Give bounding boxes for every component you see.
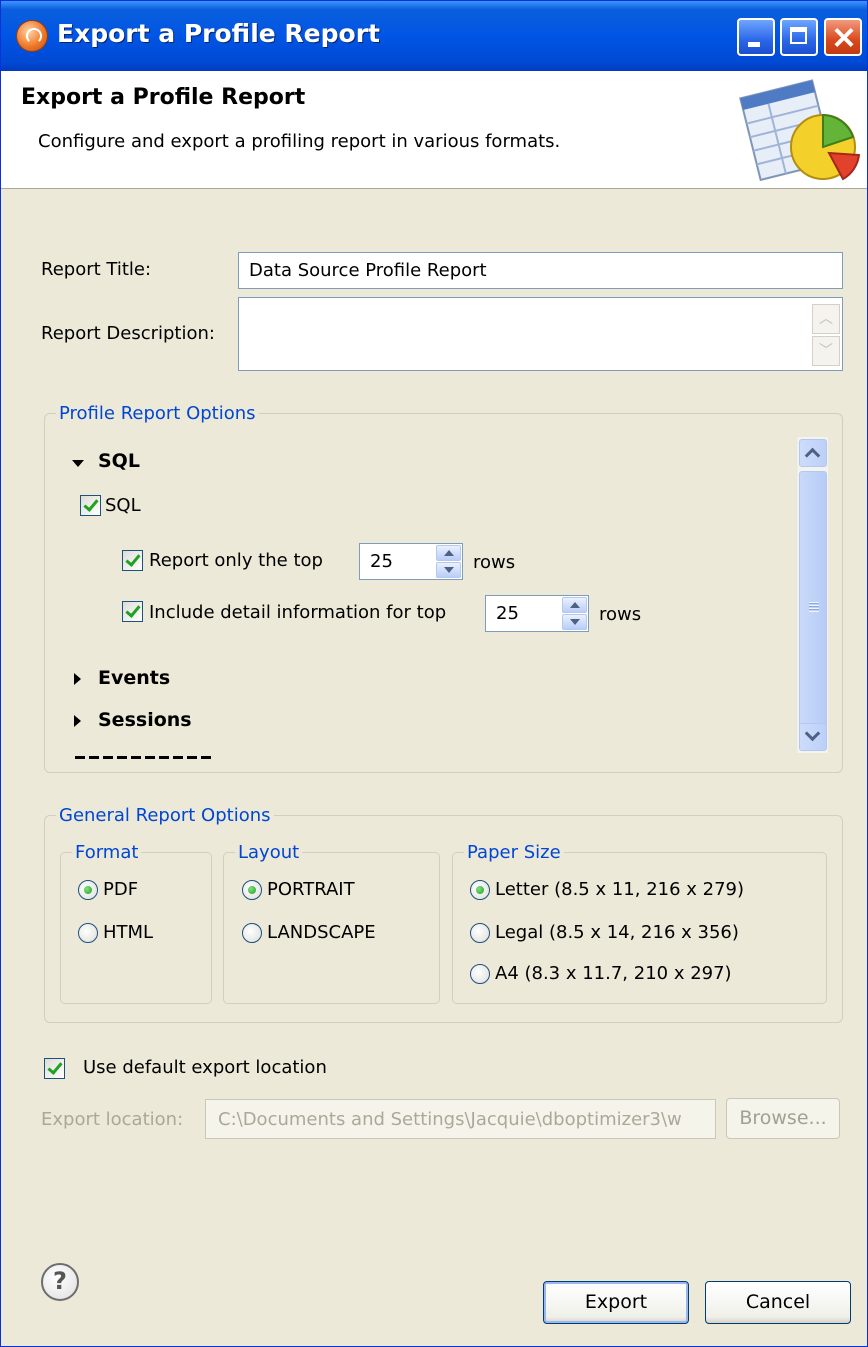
export-location-label: Export location:: [41, 1109, 184, 1130]
detail-info-label: Include detail information for top: [149, 602, 447, 623]
spin-up-icon[interactable]: [562, 597, 587, 613]
options-scrollbar[interactable]: [797, 437, 828, 753]
grip-icon: [809, 602, 819, 612]
scroll-thumb[interactable]: [799, 471, 827, 729]
paper-letter-label: Letter (8.5 x 11, 216 x 279): [495, 879, 745, 900]
browse-button[interactable]: Browse...: [726, 1098, 840, 1139]
scroll-up-icon[interactable]: [799, 439, 827, 467]
paper-letter-radio[interactable]: [470, 880, 490, 900]
report-title-input[interactable]: [238, 252, 843, 289]
report-chart-icon: [739, 79, 861, 182]
report-top-checkbox[interactable]: [122, 550, 143, 571]
cancel-button[interactable]: Cancel: [705, 1281, 851, 1324]
layout-landscape-radio[interactable]: [242, 923, 262, 943]
paper-a4-label: A4 (8.3 x 11.7, 210 x 297): [495, 963, 732, 984]
page-title: Export a Profile Report: [21, 85, 306, 110]
format-html-label: HTML: [103, 922, 154, 943]
format-html-radio[interactable]: [78, 923, 98, 943]
use-default-location-checkbox[interactable]: [44, 1058, 65, 1079]
expanded-arrow-icon[interactable]: [72, 460, 84, 467]
report-description-input[interactable]: ︿ ﹀: [238, 297, 843, 371]
close-button[interactable]: [824, 18, 862, 56]
report-top-label: Report only the top: [149, 550, 323, 571]
description-scrollbar[interactable]: ︿ ﹀: [812, 300, 840, 368]
top-rows-suffix: rows: [473, 552, 516, 573]
format-pdf-label: PDF: [103, 879, 139, 900]
layout-portrait-radio[interactable]: [242, 880, 262, 900]
chevron-up-icon[interactable]: ︿: [812, 304, 840, 334]
maximize-button[interactable]: [780, 18, 818, 56]
paper-a4-radio[interactable]: [470, 964, 490, 984]
window-title: Export a Profile Report: [57, 19, 380, 48]
spin-down-icon[interactable]: [562, 614, 587, 630]
sql-checkbox-label: SQL: [105, 495, 141, 516]
top-rows-spinner[interactable]: 25: [359, 543, 463, 580]
events-section-header[interactable]: Events: [98, 667, 170, 689]
profile-report-options-title: Profile Report Options: [56, 403, 259, 424]
spin-up-icon[interactable]: [436, 545, 461, 561]
report-description-label: Report Description:: [41, 323, 215, 344]
sessions-section-header[interactable]: Sessions: [98, 709, 192, 731]
paper-size-title: Paper Size: [464, 842, 564, 863]
paper-legal-radio[interactable]: [470, 923, 490, 943]
format-pdf-radio[interactable]: [78, 880, 98, 900]
general-report-options-title: General Report Options: [56, 805, 274, 826]
top-rows-value[interactable]: 25: [370, 551, 393, 572]
help-icon[interactable]: ?: [41, 1263, 79, 1301]
chevron-down-icon[interactable]: ﹀: [812, 336, 840, 366]
paper-legal-label: Legal (8.5 x 14, 216 x 356): [495, 922, 739, 943]
export-button[interactable]: Export: [543, 1281, 689, 1324]
collapsed-arrow-icon[interactable]: [74, 673, 81, 685]
detail-info-checkbox[interactable]: [122, 601, 143, 622]
sql-section-header[interactable]: SQL: [98, 450, 140, 472]
export-location-input[interactable]: [205, 1099, 716, 1139]
layout-landscape-label: LANDSCAPE: [267, 922, 376, 943]
use-default-location-label: Use default export location: [83, 1057, 327, 1078]
scroll-down-icon[interactable]: [799, 723, 827, 751]
page-description: Configure and export a profiling report …: [38, 131, 561, 152]
title-bar[interactable]: Export a Profile Report: [1, 1, 867, 71]
minimize-button[interactable]: [737, 18, 775, 56]
layout-portrait-label: PORTRAIT: [267, 879, 355, 900]
format-title: Format: [72, 842, 142, 863]
report-title-label: Report Title:: [41, 259, 152, 280]
app-icon: [17, 21, 47, 51]
export-profile-report-dialog: Export a Profile Report Export a Profile…: [0, 0, 868, 1347]
layout-title: Layout: [235, 842, 303, 863]
clipped-section-header: [75, 756, 215, 759]
spin-down-icon[interactable]: [436, 562, 461, 578]
detail-rows-suffix: rows: [599, 604, 642, 625]
collapsed-arrow-icon[interactable]: [74, 715, 81, 727]
detail-rows-value[interactable]: 25: [496, 603, 519, 624]
detail-rows-spinner[interactable]: 25: [485, 595, 589, 632]
sql-checkbox[interactable]: [80, 495, 101, 516]
